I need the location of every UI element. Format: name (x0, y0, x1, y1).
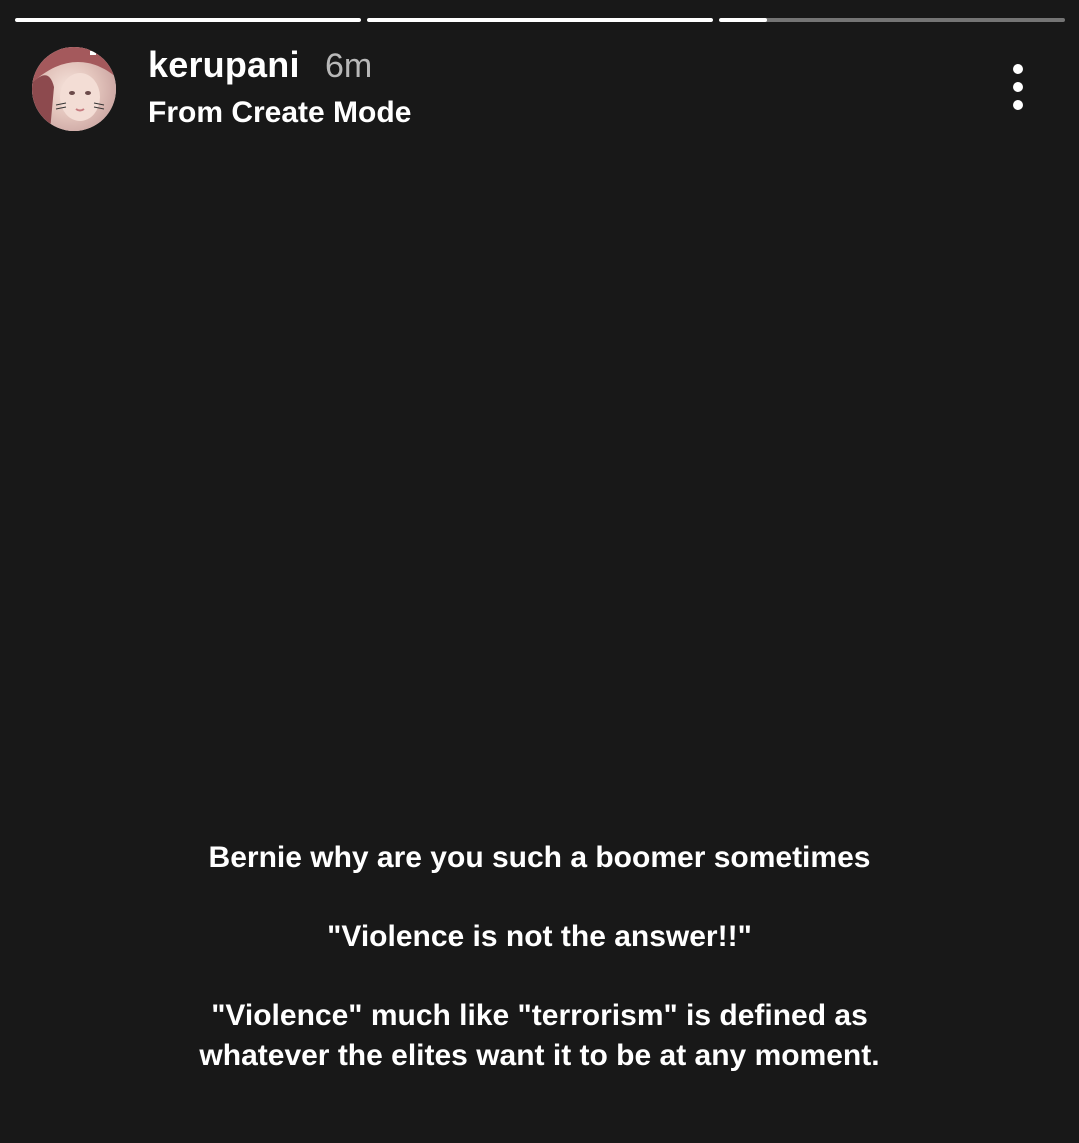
caption-line-4: whatever the elites want it to be at any… (199, 1039, 880, 1072)
progress-segment-2 (367, 18, 713, 22)
progress-segment-3 (719, 18, 1065, 22)
avatar[interactable] (32, 47, 116, 131)
caption-spacer-1 (0, 878, 1079, 917)
more-vertical-icon-dot-3 (1013, 100, 1023, 110)
progress-fill-1 (15, 18, 361, 22)
progress-fill-3 (719, 18, 768, 22)
caption-line-2: "Violence is not the answer!!" (327, 920, 752, 953)
story-progress-bar (15, 18, 1065, 23)
progress-fill-2 (367, 18, 713, 22)
avatar-image (32, 47, 116, 131)
caption-spacer-2 (0, 957, 1079, 996)
username[interactable]: kerupani (148, 44, 300, 86)
story-subtitle[interactable]: From Create Mode (148, 96, 411, 130)
story-caption: Bernie why are you such a boomer sometim… (0, 838, 1079, 1076)
post-time: 6m (325, 47, 373, 85)
more-vertical-icon-dot-2 (1013, 82, 1023, 92)
progress-segment-1 (15, 18, 361, 22)
caption-line-3: "Violence" much like "terrorism" is defi… (211, 999, 868, 1032)
more-options-button[interactable] (996, 58, 1040, 116)
more-vertical-icon (1013, 64, 1023, 74)
caption-line-1: Bernie why are you such a boomer sometim… (208, 841, 871, 874)
